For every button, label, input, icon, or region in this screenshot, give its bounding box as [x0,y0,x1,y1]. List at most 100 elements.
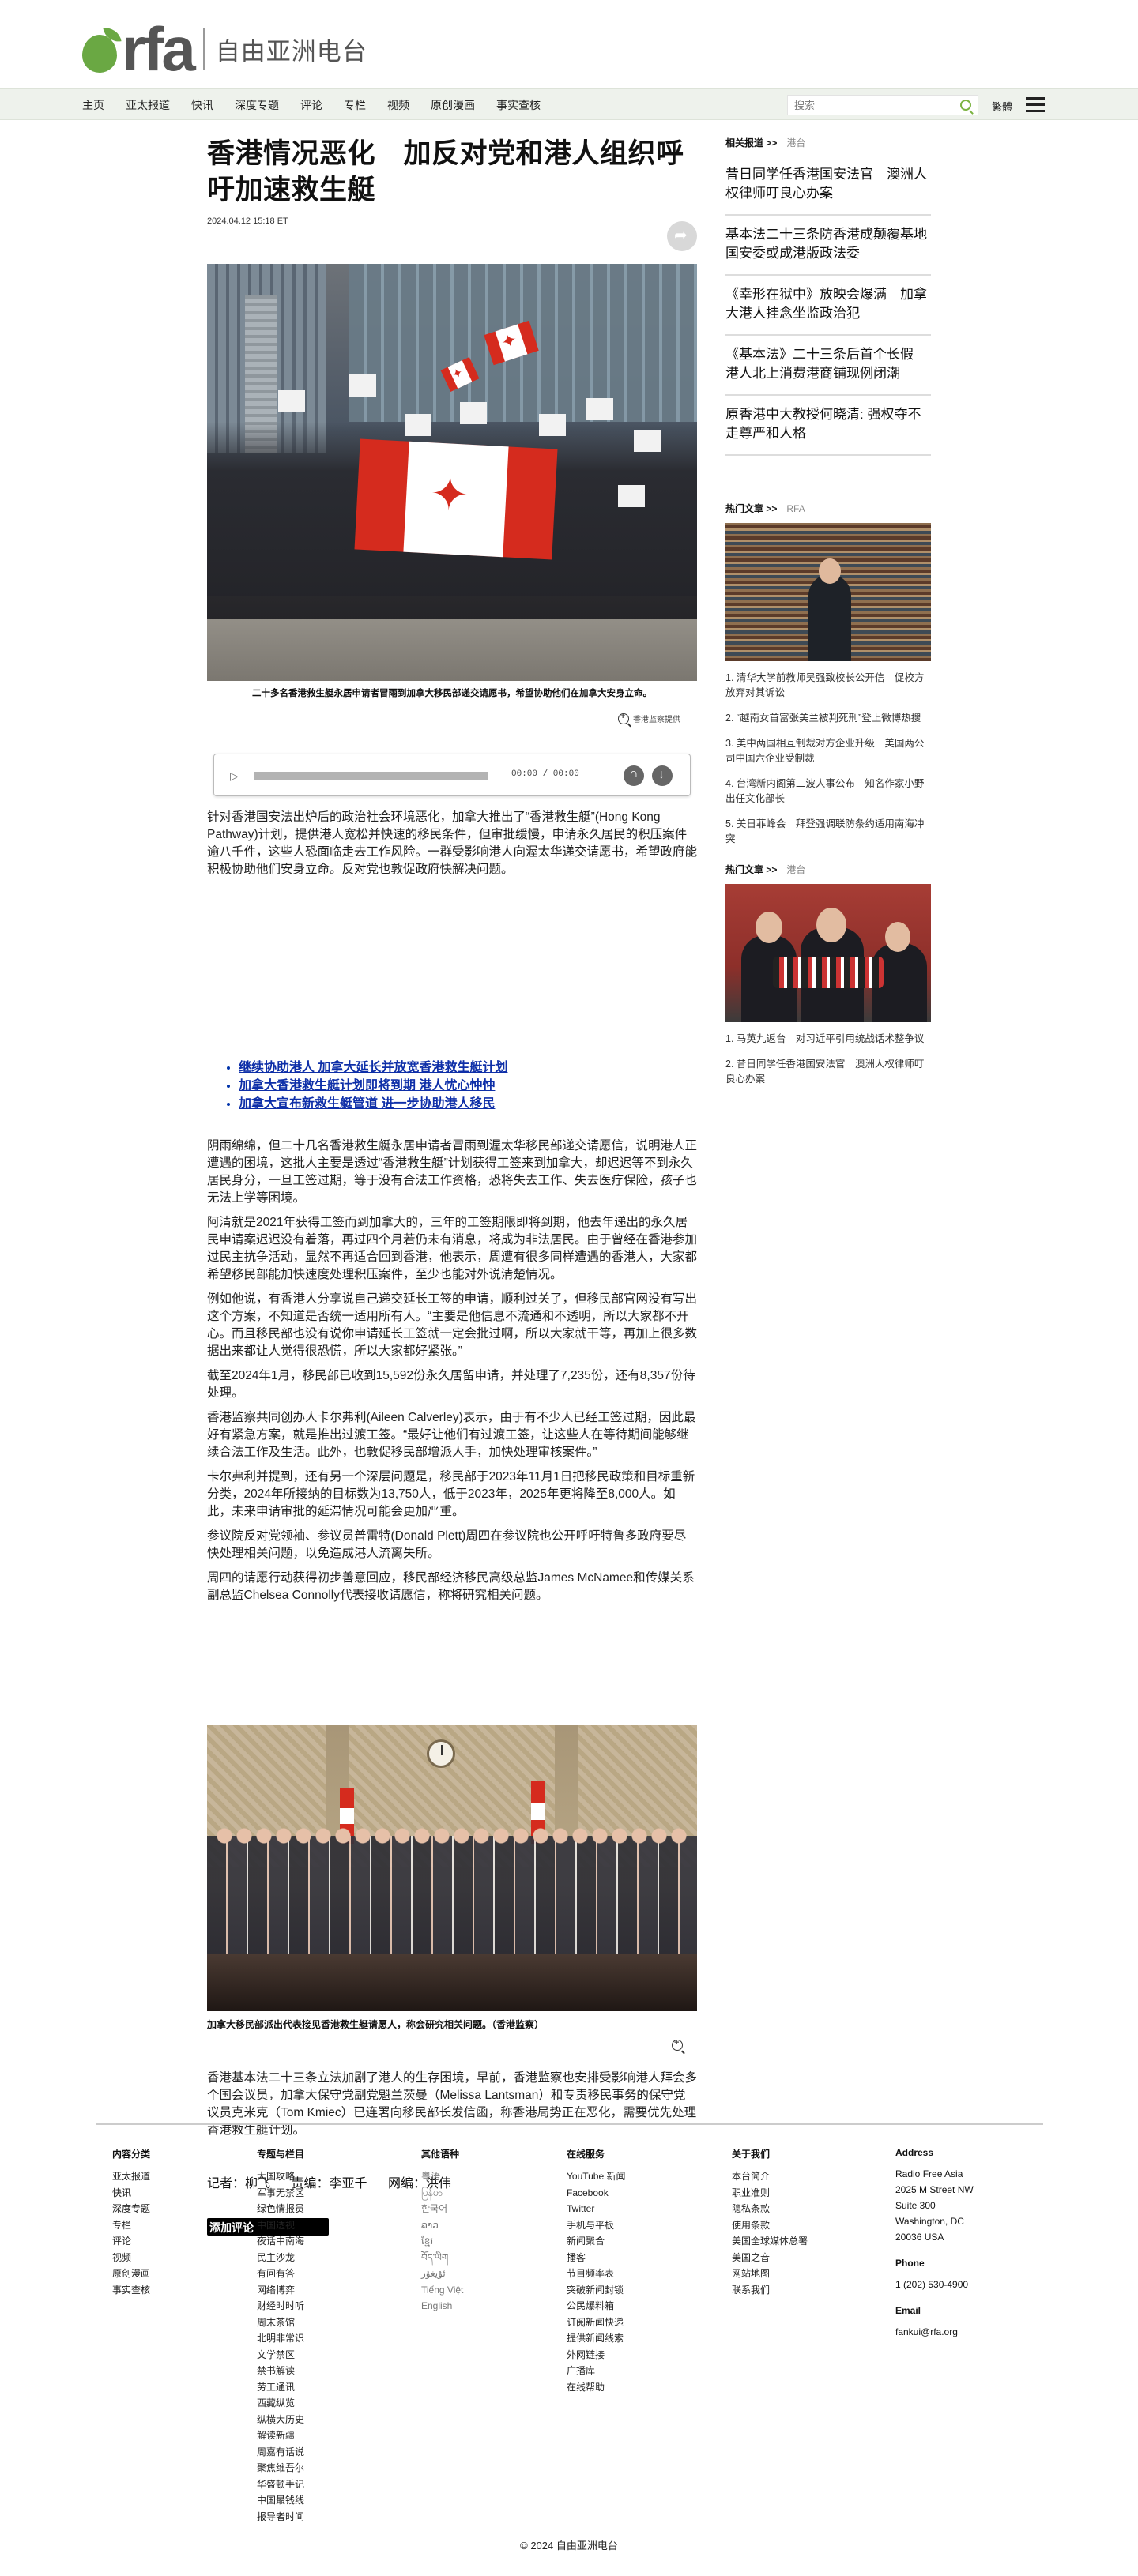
footer-link[interactable]: 亚太报道 [112,2168,150,2185]
photo-zoom[interactable] [672,2038,687,2051]
related-report-item[interactable]: 《幸形在狱中》放映会爆满 加拿大港人挂念坐监政治犯 [725,276,931,336]
zoom-in-icon[interactable] [618,712,629,724]
footer-link[interactable]: 华盛顿手记 [257,2476,304,2493]
popular-article-item[interactable]: 4. 台湾新内阁第二波人事公布 知名作家小野出任文化部长 [725,777,931,807]
footer-link[interactable]: 职业准则 [732,2185,808,2202]
zoom-in-icon[interactable] [672,2038,683,2051]
footer-link[interactable]: YouTube 新闻 [567,2168,626,2185]
search-input[interactable] [788,96,946,114]
footer-link[interactable]: 突破新闻封锁 [567,2282,626,2299]
popular-article-item[interactable]: 5. 美日菲峰会 拜登强调联防条约适用南海冲突 [725,817,931,847]
footer-link[interactable]: 提供新闻线索 [567,2330,626,2347]
footer-link[interactable]: 한국어 [421,2201,463,2217]
related-report-item[interactable]: 原香港中大教授何晓清: 强权夺不走尊严和人格 [725,396,931,456]
photo-zoom[interactable]: 香港监察提供 [618,712,680,724]
footer-link[interactable]: 公民爆料箱 [567,2298,626,2315]
popular-article-item[interactable]: 3. 美中两国相互制裁对方企业升级 美国两公司中国六企业受制裁 [725,736,931,766]
footer-link[interactable]: 解读新疆 [257,2427,304,2444]
footer-link[interactable]: 快讯 [112,2185,150,2202]
footer-link[interactable]: 民主沙龙 [257,2250,304,2266]
footer-link[interactable]: 中国透视 [257,2217,304,2234]
footer-link[interactable]: 劳工通讯 [257,2379,304,2396]
footer-link[interactable]: 深度专题 [112,2201,150,2217]
traditional-chinese-switch[interactable]: 繁體 [992,99,1012,114]
footer-link[interactable]: 网站地图 [732,2266,808,2282]
footer-link[interactable]: 网络博弈 [257,2282,304,2299]
footer-link[interactable]: 节目频率表 [567,2266,626,2282]
footer-link[interactable]: 外网链接 [567,2347,626,2364]
nav-item[interactable]: 快讯 [191,97,213,113]
headphones-icon[interactable] [624,765,644,786]
footer-link[interactable]: 禁书解读 [257,2363,304,2379]
footer-link[interactable]: 中国最钱线 [257,2492,304,2509]
footer-link[interactable]: ខ្មែរ [421,2233,463,2250]
footer-link[interactable]: བོད་ཡིག [421,2250,463,2266]
footer-link[interactable]: 西藏纵览 [257,2395,304,2412]
footer-link[interactable]: 北明非常识 [257,2330,304,2347]
footer-link[interactable]: 订阅新闻快递 [567,2315,626,2331]
related-link[interactable]: 继续协助港人 加拿大延长并放宽香港救生艇计划 [239,1061,507,1074]
footer-link[interactable]: 原创漫画 [112,2266,150,2282]
share-icon[interactable] [667,221,697,251]
nav-item[interactable]: 原创漫画 [431,97,475,113]
related-report-item[interactable]: 基本法二十三条防香港成颠覆基地 国安委或成港版政法委 [725,216,940,276]
nav-item[interactable]: 视频 [387,97,409,113]
footer-link[interactable]: 有问有答 [257,2266,304,2282]
footer-link[interactable]: 手机与平板 [567,2217,626,2234]
footer-link[interactable]: မြန်မာ [421,2185,463,2202]
audio-progress-bar[interactable] [254,772,488,780]
footer-link[interactable]: 文学禁区 [257,2347,304,2364]
footer-link[interactable]: English [421,2298,463,2315]
email-link[interactable]: fankui@rfa.org [895,2324,974,2340]
nav-item[interactable]: 深度专题 [235,97,279,113]
footer-link[interactable]: 美国全球媒体总署 [732,2233,808,2250]
footer-link[interactable]: 报导者时间 [257,2509,304,2525]
footer-link[interactable]: 联系我们 [732,2282,808,2299]
nav-item[interactable]: 亚太报道 [126,97,170,113]
footer-link[interactable]: 播客 [567,2250,626,2266]
footer-link[interactable]: ລາວ [421,2217,463,2234]
related-report-item[interactable]: 昔日同学任香港国安法官 澳洲人权律师叮良心办案 [725,156,931,216]
footer-link[interactable]: 军事无禁区 [257,2185,304,2202]
nav-item[interactable]: 评论 [300,97,322,113]
related-reports-link[interactable]: 相关报道 >> [725,136,777,149]
nav-item[interactable]: 主页 [82,97,104,113]
footer-link[interactable]: Twitter [567,2201,626,2217]
footer-link[interactable]: 纵横大历史 [257,2412,304,2428]
nav-item[interactable]: 事实查核 [496,97,541,113]
footer-link[interactable]: 大国攻略 [257,2168,304,2185]
related-link[interactable]: 加拿大宣布新救生艇管道 进一步协助港人移民 [239,1097,495,1111]
footer-link[interactable]: 新闻聚合 [567,2233,626,2250]
search-icon[interactable] [960,100,971,111]
related-link[interactable]: 加拿大香港救生艇计划即将到期 港人忧心忡忡 [239,1079,495,1092]
footer-link[interactable]: 财经时时听 [257,2298,304,2315]
footer-link[interactable]: 评论 [112,2233,150,2250]
popular-article-item[interactable]: 2. “越南女首富张美兰被判死刑”登上微博热搜 [725,711,931,726]
footer-link[interactable]: 周末茶馆 [257,2315,304,2331]
footer-link[interactable]: 视频 [112,2250,150,2266]
footer-link[interactable]: 周嘉有话说 [257,2444,304,2461]
nav-item[interactable]: 专栏 [344,97,366,113]
footer-link[interactable]: 事实查核 [112,2282,150,2299]
footer-link[interactable]: 在线帮助 [567,2379,626,2396]
footer-link[interactable]: 隐私条款 [732,2201,808,2217]
rfa-logo[interactable]: rfa 自由亚洲电台 [82,18,367,80]
footer-link[interactable]: 聚焦维吾尔 [257,2460,304,2476]
popular-article-item[interactable]: 2. 昔日同学任香港国安法官 澳洲人权律师叮良心办案 [725,1057,931,1087]
footer-link[interactable]: 专栏 [112,2217,150,2234]
popular-articles-link[interactable]: 热门文章 >> [725,863,777,876]
footer-link[interactable]: 美国之音 [732,2250,808,2266]
footer-link[interactable]: ئۇيغۇر [421,2266,463,2282]
popular-article-thumbnail[interactable] [725,884,931,1022]
popular-articles-link[interactable]: 热门文章 >> [725,502,777,515]
footer-link[interactable]: 本台简介 [732,2168,808,2185]
footer-link[interactable]: 广播库 [567,2363,626,2379]
footer-link[interactable]: 使用条款 [732,2217,808,2234]
popular-article-item[interactable]: 1. 清华大学前教师吴强致校长公开信 促校方放弃对其诉讼 [725,671,931,701]
footer-link[interactable]: 绿色情报员 [257,2201,304,2217]
footer-link[interactable]: Tiếng Việt [421,2282,463,2299]
popular-article-item[interactable]: 1. 马英九返台 对习近平引用统战话术整争议 [725,1032,931,1047]
download-icon[interactable] [652,765,673,786]
footer-link[interactable]: Facebook [567,2185,626,2202]
footer-link[interactable]: 夜话中南海 [257,2233,304,2250]
